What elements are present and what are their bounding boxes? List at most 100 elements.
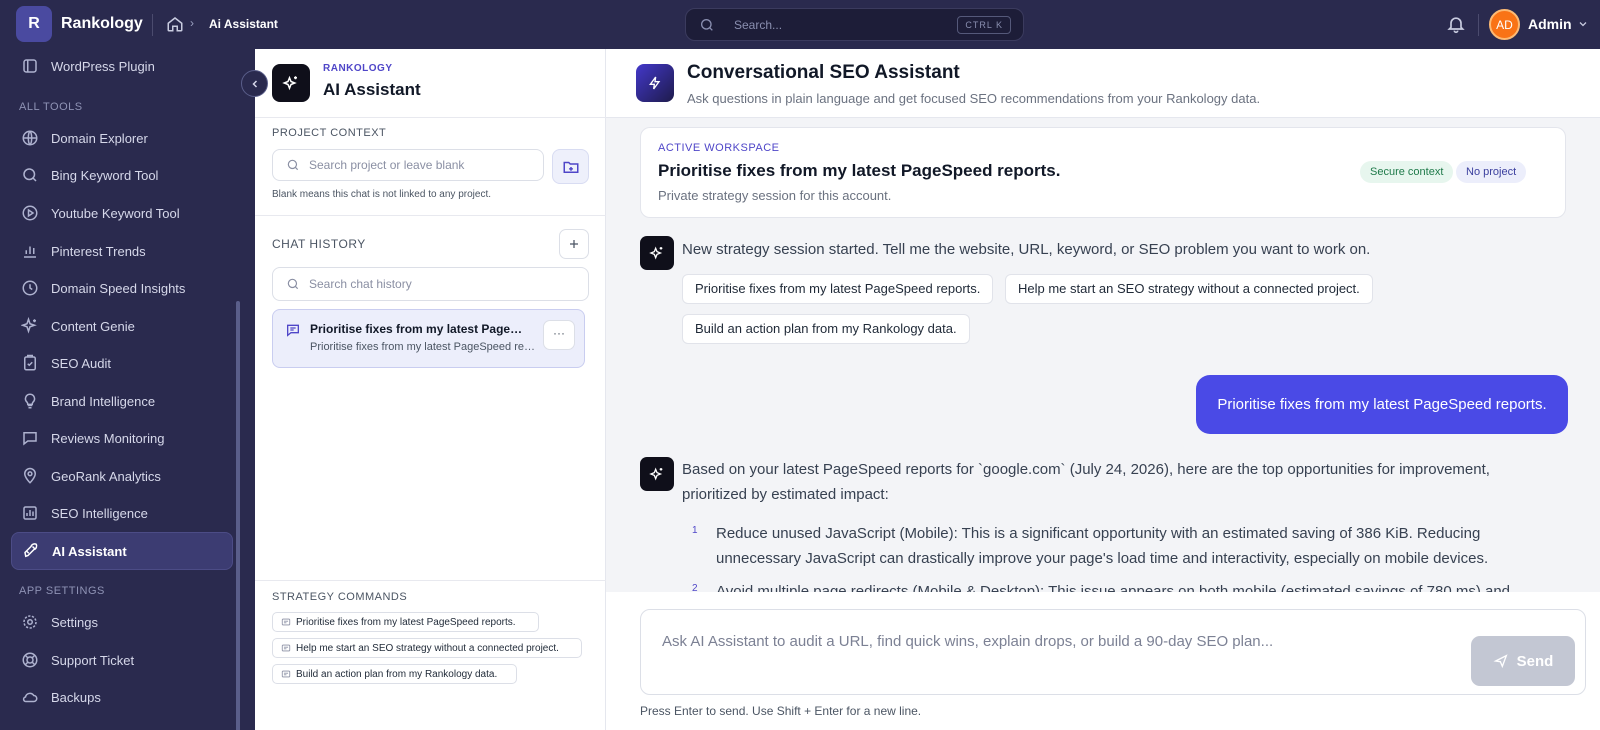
breadcrumb-current: Ai Assistant [209,17,278,31]
assistant-panel: RANKOLOGY AI Assistant PROJECT CONTEXT S… [255,49,606,730]
select-project-button[interactable] [552,149,589,184]
assistant-avatar [640,457,674,491]
global-search[interactable]: Search... CTRL K [685,8,1024,41]
sidebar-item-support-ticket[interactable]: Support Ticket [11,641,233,679]
sparkles-icon [649,246,663,260]
search-icon [287,159,299,171]
list-item: Reduce unused JavaScript (Mobile): This … [716,525,1489,567]
strategy-command-label: Prioritise fixes from my latest PageSpee… [296,616,516,628]
line-chart-icon [23,506,37,520]
chat-history-search-input[interactable]: Search chat history [272,267,589,301]
chat-bubble-icon [287,324,299,337]
divider [255,215,606,216]
command-icon [281,618,291,626]
chat-history-label: CHAT HISTORY [272,237,366,251]
sidebar-item-backups[interactable]: Backups [11,678,233,716]
app-logo[interactable]: R [16,6,52,42]
sidebar-scrollbar[interactable] [236,301,240,730]
sidebar-item-seo-audit[interactable]: SEO Audit [11,344,233,382]
chat-item-title: Prioritise fixes from my latest PageSpee… [310,322,530,336]
strategy-command[interactable]: Help me start an SEO strategy without a … [272,638,582,658]
send-button[interactable]: Send [1471,636,1575,686]
sidebar-item-label: Pinterest Trends [51,243,146,259]
sidebar-item-label: Brand Intelligence [51,393,156,409]
lightning-icon [649,76,661,90]
globe-icon [22,130,38,146]
sparkles-icon [649,467,663,481]
sidebar-item-seo-intelligence[interactable]: SEO Intelligence [11,494,233,532]
suggestion-chip[interactable]: Prioritise fixes from my latest PageSpee… [682,274,994,304]
project-search-input[interactable]: Search project or leave blank [272,149,544,181]
user-message: Prioritise fixes from my latest PageSpee… [1196,375,1568,434]
plug-icon [23,59,37,73]
home-icon[interactable] [166,15,184,33]
sidebar-item-content-genie[interactable]: Content Genie [11,307,233,345]
sidebar-item-label: SEO Intelligence [51,505,148,521]
app-name[interactable]: Rankology [61,15,143,33]
message-input[interactable]: Ask AI Assistant to audit a URL, find qu… [640,609,1586,695]
sidebar-item-label: Support Ticket [51,652,135,668]
sidebar-section-title: ALL TOOLS [19,101,83,113]
sidebar-item-ai-assistant[interactable]: AI Assistant [11,532,233,570]
sidebar-item-label: Youtube Keyword Tool [51,205,180,221]
suggestion-chip[interactable]: Build an action plan from my Rankology d… [682,314,970,344]
sidebar-collapse-button[interactable] [241,70,268,97]
sidebar-item-reviews-monitoring[interactable]: Reviews Monitoring [11,419,233,457]
project-context-label: PROJECT CONTEXT [272,127,387,139]
clock-icon [22,280,38,296]
sidebar-section-title: APP SETTINGS [19,585,105,597]
workspace-kicker: ACTIVE WORKSPACE [658,142,780,154]
sidebar-item-settings[interactable]: Settings [11,603,233,641]
divider [1478,14,1479,36]
new-chat-button[interactable] [559,229,589,259]
divider [255,117,606,118]
sidebar-item-brand-intelligence[interactable]: Brand Intelligence [11,382,233,420]
sidebar-item-bing-keyword-tool[interactable]: Bing Keyword Tool [11,156,233,194]
chat-item-more-button[interactable]: ··· [543,320,575,350]
sidebar-item-pinterest-trends[interactable]: Pinterest Trends [11,232,233,270]
sidebar-item-domain-explorer[interactable]: Domain Explorer [11,119,233,157]
breadcrumb-separator-icon: › [190,16,194,30]
sparkles-icon [282,75,297,91]
sidebar-item-georank-analytics[interactable]: GeoRank Analytics [11,457,233,495]
command-icon [281,644,291,652]
sidebar-item-domain-speed-insights[interactable]: Domain Speed Insights [11,269,233,307]
sidebar-item-label: WordPress Plugin [51,58,155,74]
sidebar-item-label: Domain Explorer [51,130,148,146]
strategy-command[interactable]: Build an action plan from my Rankology d… [272,664,517,684]
sidebar-item-label: Bing Keyword Tool [51,167,159,183]
avatar[interactable]: AD [1489,9,1520,40]
sidebar-item-youtube-keyword-tool[interactable]: Youtube Keyword Tool [11,194,233,232]
strategy-commands-label: STRATEGY COMMANDS [272,591,408,603]
status-badge-secure: Secure context [1360,161,1454,183]
sidebar-item-wordpress-plugin[interactable]: WordPress Plugin [11,47,233,85]
main-header: Conversational SEO Assistant Ask questio… [606,49,1600,118]
assistant-message: New strategy session started. Tell me th… [682,241,1371,258]
sidebar-item-label: Domain Speed Insights [51,280,186,296]
sidebar-item-label: Reviews Monitoring [51,430,165,446]
send-label: Send [1516,652,1554,670]
status-badge-project: No project [1456,161,1527,183]
user-name[interactable]: Admin [1528,16,1572,32]
sidebar-item-label: AI Assistant [52,543,127,559]
suggestion-chip[interactable]: Help me start an SEO strategy without a … [1005,274,1373,304]
search-input[interactable]: Search... [734,18,782,32]
top-bar: R Rankology › Ai Assistant Search... CTR… [0,0,1600,49]
panel-title: AI Assistant [323,80,421,99]
chat-history-item[interactable]: Prioritise fixes from my latest PageSpee… [272,309,585,368]
search-icon [23,168,37,182]
workspace-title: Prioritise fixes from my latest PageSpee… [658,161,1061,180]
chevron-down-icon[interactable] [1577,18,1589,30]
panel-kicker: RANKOLOGY [323,63,393,74]
strategy-command[interactable]: Prioritise fixes from my latest PageSpee… [272,612,539,632]
list-number: 1 [692,525,698,536]
map-pin-icon [23,467,37,484]
project-context-hint: Blank means this chat is not linked to a… [272,189,492,200]
sidebar-item-label: GeoRank Analytics [51,468,161,484]
message-square-icon [23,432,37,446]
strategy-command-label: Build an action plan from my Rankology d… [296,668,498,680]
lifebuoy-icon [22,652,38,668]
list-item: Avoid multiple page redirects (Mobile & … [716,583,1511,592]
bell-icon[interactable] [1446,14,1466,34]
divider [255,580,606,581]
